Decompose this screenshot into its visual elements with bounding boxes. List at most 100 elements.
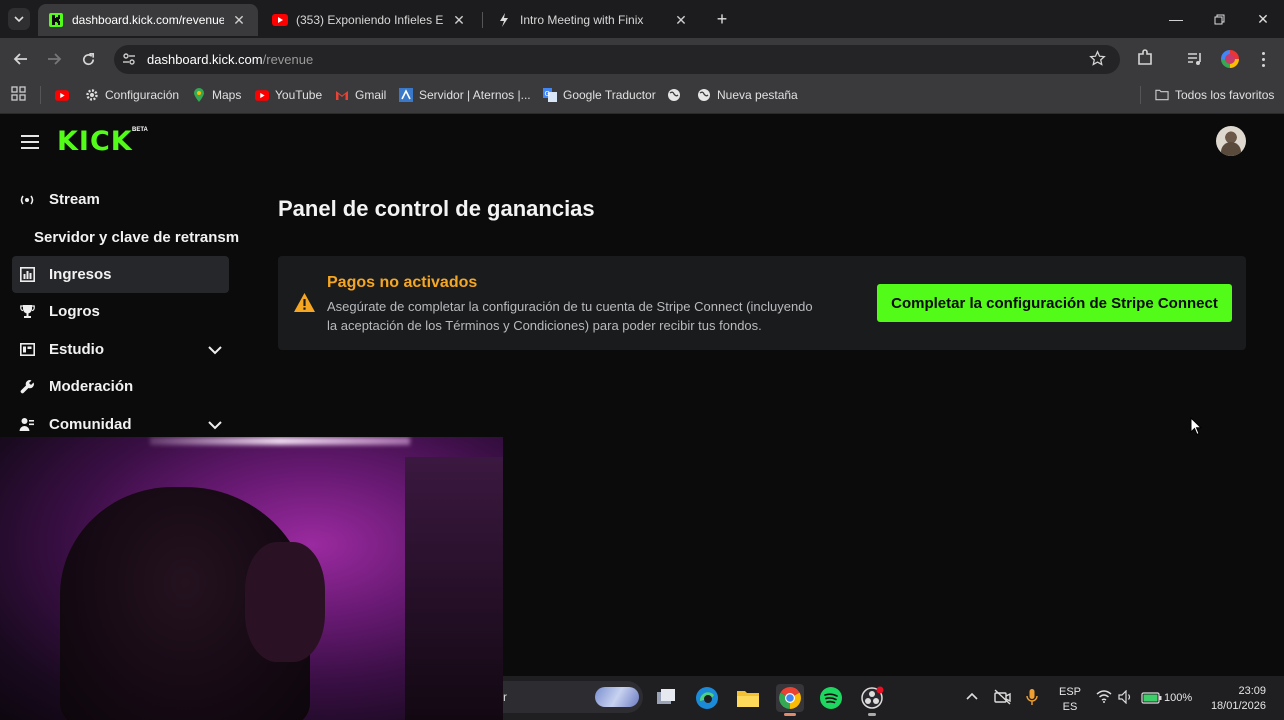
close-icon[interactable]: ✕ [230, 12, 248, 29]
mouse-cursor-icon [1190, 416, 1204, 437]
sidebar-item-label: Estudio [49, 341, 104, 358]
hamburger-menu-button[interactable] [21, 135, 39, 149]
bookmark-label: Servidor | Aternos |... [419, 88, 531, 102]
bookmark-label: Nueva pestaña [717, 88, 798, 102]
reload-icon [82, 52, 94, 65]
complete-stripe-setup-button[interactable]: Completar la configuración de Stripe Con… [877, 284, 1232, 322]
bookmark-star-icon[interactable] [1089, 50, 1107, 68]
bookmark-maps[interactable]: Maps [192, 86, 241, 104]
minimize-icon: — [1169, 11, 1183, 27]
logo-text: KICK [57, 126, 133, 157]
tray-chevron-up-icon[interactable] [966, 690, 980, 704]
sidebar-item-logros[interactable]: Logros [12, 293, 229, 330]
battery-percent: 100% [1164, 692, 1193, 704]
sidebar-item-ingresos[interactable]: Ingresos [12, 256, 229, 293]
sidebar-item-label: Moderación [49, 378, 134, 395]
reload-button[interactable] [75, 46, 101, 72]
forward-button[interactable] [41, 46, 67, 72]
url-host: dashboard.kick.com [147, 52, 263, 67]
chevron-down-icon[interactable] [207, 417, 223, 433]
taskbar-search-box[interactable]: r [503, 681, 643, 713]
restore-button[interactable] [1198, 0, 1240, 38]
volume-icon[interactable] [1118, 689, 1134, 705]
studio-icon [18, 341, 36, 359]
language-indicator[interactable]: ESP ES [1059, 685, 1081, 715]
bookmark-gmail[interactable]: Gmail [335, 86, 386, 104]
site-info-icon[interactable] [121, 51, 137, 67]
restore-icon [1214, 14, 1224, 24]
trophy-icon [18, 303, 36, 321]
globe-icon [667, 88, 681, 102]
new-tab-button[interactable]: + [710, 8, 734, 30]
camera-off-icon[interactable] [994, 689, 1012, 705]
wrench-icon [18, 378, 36, 396]
bookmark-google-traductor[interactable]: G Google Traductor [543, 86, 656, 104]
sidebar-item-moderacion[interactable]: Moderación [12, 368, 229, 405]
profile-avatar-icon[interactable] [1221, 50, 1239, 68]
sidebar-item-stream[interactable]: Stream [12, 181, 229, 218]
warning-icon [293, 292, 316, 313]
system-clock[interactable]: 23:09 18/01/2026 [1204, 684, 1266, 714]
all-bookmarks-button[interactable]: Todos los favoritos [1155, 86, 1274, 104]
tab-search-button[interactable] [8, 8, 30, 30]
bookmark-divider [40, 86, 41, 104]
bookmark-youtube-short[interactable] [55, 86, 75, 104]
gear-icon [85, 88, 99, 102]
close-window-button[interactable]: ✕ [1242, 0, 1284, 38]
logo-badge: BETA [132, 127, 148, 133]
kick-logo[interactable]: KICK BETA [57, 126, 148, 157]
apps-grid-icon[interactable] [11, 86, 26, 101]
minimize-button[interactable]: — [1155, 0, 1197, 38]
chrome-icon[interactable] [776, 684, 804, 712]
task-view-icon[interactable] [652, 684, 680, 712]
wifi-icon[interactable] [1096, 690, 1112, 704]
sidebar-item-servidor-clave[interactable]: Servidor y clave de retransm [28, 219, 248, 256]
chart-icon [18, 266, 36, 284]
sidebar-item-estudio[interactable]: Estudio [12, 331, 229, 368]
media-controls-icon[interactable] [1186, 50, 1204, 68]
tab-title: Intro Meeting with Finix [520, 13, 644, 27]
menu-kebab-icon[interactable] [1256, 49, 1270, 69]
sidebar-item-label: Servidor y clave de retransm [34, 229, 240, 246]
extensions-icon[interactable] [1136, 49, 1156, 69]
chevron-down-icon[interactable] [207, 342, 223, 358]
obs-icon[interactable] [858, 684, 886, 712]
close-icon[interactable]: ✕ [450, 12, 468, 29]
arrow-right-icon [48, 53, 62, 65]
bookmark-nueva-pestana[interactable]: Nueva pestaña [697, 86, 798, 104]
bookmark-configuracion[interactable]: Configuración [85, 86, 179, 104]
close-icon[interactable]: ✕ [672, 12, 690, 29]
tab-strip: dashboard.kick.com/revenue ✕ (353) Expon… [0, 0, 1284, 38]
close-icon: ✕ [1257, 10, 1269, 27]
map-pin-icon [192, 88, 206, 102]
file-explorer-icon[interactable] [734, 684, 762, 712]
bookmark-label: Google Traductor [563, 88, 656, 102]
bookmark-aternos[interactable]: Servidor | Aternos |... [399, 86, 531, 104]
alert-title: Pagos no activados [327, 274, 478, 291]
youtube-icon [55, 88, 69, 102]
back-button[interactable] [8, 46, 34, 72]
tab-title: (353) Exponiendo Infieles Ep. 1 [296, 13, 444, 27]
alert-message-line-2: la aceptación de los Términos y Condicio… [327, 318, 762, 333]
obs-active-indicator [868, 713, 876, 716]
microphone-icon[interactable] [1026, 688, 1040, 706]
bookmark-label: Todos los favoritos [1175, 88, 1275, 102]
bookmark-divider [1140, 86, 1141, 104]
youtube-icon [255, 88, 269, 102]
battery-icon[interactable] [1141, 691, 1163, 704]
bookmark-globe[interactable] [667, 86, 687, 104]
bookmark-label: Maps [212, 88, 242, 102]
spotify-icon[interactable] [817, 684, 845, 712]
user-avatar[interactable] [1216, 126, 1246, 156]
bookmark-youtube[interactable]: YouTube [255, 86, 322, 104]
tab-youtube[interactable]: (353) Exponiendo Infieles Ep. 1 ✕ [262, 4, 478, 36]
search-highlight-image [595, 687, 639, 707]
tab-kick-dashboard[interactable]: dashboard.kick.com/revenue ✕ [38, 4, 258, 36]
webcam-led-strip [150, 437, 410, 445]
url-text[interactable]: dashboard.kick.com/revenue [147, 52, 313, 67]
edge-icon[interactable] [693, 684, 721, 712]
users-icon [18, 416, 36, 434]
page-title: Panel de control de ganancias [278, 196, 595, 221]
tab-finix[interactable]: Intro Meeting with Finix ✕ [486, 4, 700, 36]
sidebar-item-label: Ingresos [49, 266, 112, 283]
